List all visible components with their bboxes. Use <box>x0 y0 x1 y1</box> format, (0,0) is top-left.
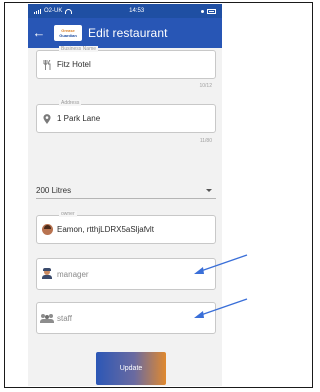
carrier-label: O2-UK <box>44 8 63 14</box>
status-bar: O2-UK 14:53 <box>28 4 222 18</box>
status-right <box>200 8 216 14</box>
owner-label: owner <box>59 211 77 217</box>
staff-placeholder: staff <box>57 313 72 323</box>
back-arrow-icon[interactable]: ← <box>28 18 50 48</box>
status-dot-icon <box>200 9 204 13</box>
capacity-select[interactable]: 200 Litres <box>36 183 216 199</box>
address-counter: 11/80 <box>199 138 212 144</box>
address-field[interactable]: Address 1 Park Lane <box>36 100 216 133</box>
staff-field[interactable]: staff <box>36 302 216 334</box>
chevron-down-icon <box>206 189 212 192</box>
business-name-value: Fitz Hotel <box>57 60 91 69</box>
staff-icon <box>37 313 57 323</box>
restaurant-icon <box>37 59 57 70</box>
page-title: Edit restaurant <box>88 26 168 40</box>
grease-guardian-logo: Grease Guardian <box>54 25 82 41</box>
manager-icon <box>37 268 57 279</box>
status-left: O2-UK <box>34 8 73 14</box>
owner-value: Eamon, rtthjLDRX5aSljafvlt <box>57 225 154 234</box>
capacity-select-value: 200 Litres <box>36 186 72 195</box>
phone-screen: O2-UK 14:53 ← Grease Guardian Edit resta… <box>28 4 222 386</box>
wifi-icon <box>65 8 73 14</box>
battery-icon <box>206 8 216 14</box>
business-name-field[interactable]: Business Name Fitz Hotel <box>36 46 216 79</box>
business-name-label: Business Name <box>59 46 99 52</box>
status-time: 14:53 <box>129 8 145 14</box>
manager-field[interactable]: manager <box>36 258 216 290</box>
location-pin-icon <box>37 113 57 124</box>
app-bar: ← Grease Guardian Edit restaurant <box>28 18 222 48</box>
logo-line2: Guardian <box>59 33 77 38</box>
annotation-arrow-manager-icon <box>194 254 248 274</box>
owner-field[interactable]: owner Eamon, rtthjLDRX5aSljafvlt <box>36 211 216 244</box>
update-button[interactable]: Update <box>96 352 166 385</box>
business-name-counter: 10/12 <box>199 83 212 89</box>
address-label: Address <box>59 100 82 106</box>
manager-placeholder: manager <box>57 269 89 279</box>
owner-avatar-icon <box>37 224 57 235</box>
address-value: 1 Park Lane <box>57 114 101 123</box>
signal-icon <box>34 8 41 14</box>
annotation-arrow-staff-icon <box>194 298 248 318</box>
